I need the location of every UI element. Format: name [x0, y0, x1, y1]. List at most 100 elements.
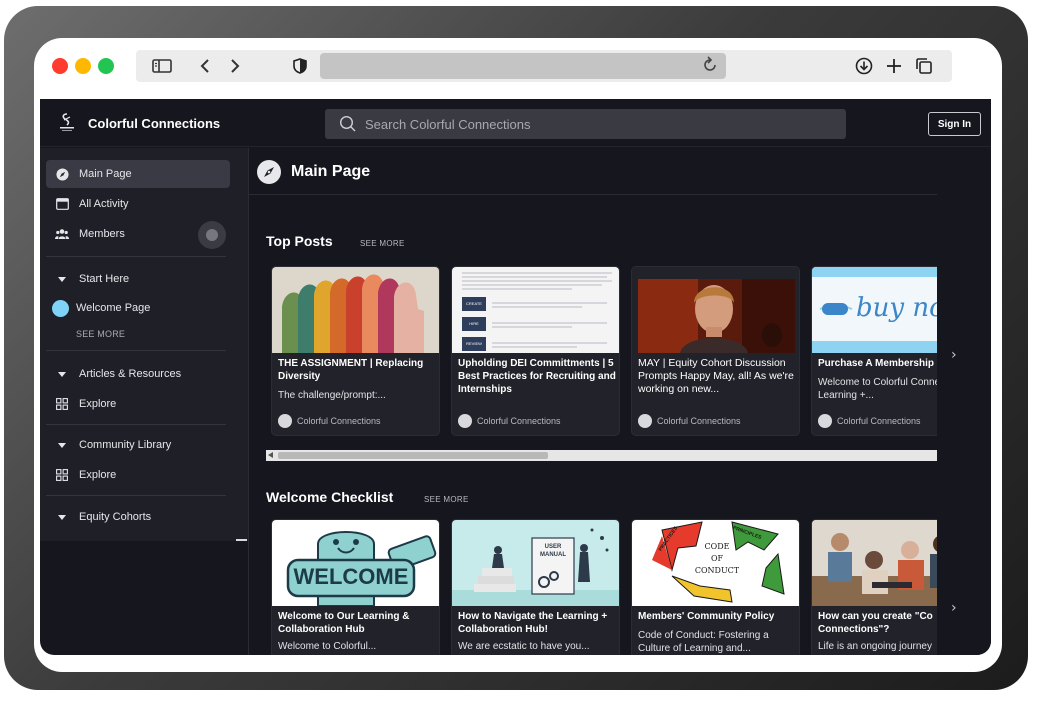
sidebar-item-label: Equity Cohorts — [79, 511, 152, 523]
sidebar-divider — [46, 256, 226, 257]
plus-icon[interactable] — [882, 50, 906, 82]
page-header: Main Page — [249, 148, 991, 195]
caret-down-icon — [55, 367, 69, 381]
sidebar-item-explore-library[interactable]: Explore — [46, 461, 230, 489]
checklist-card[interactable]: USER MANUAL How to Navigate the Learning… — [451, 519, 620, 655]
post-title: Members' Community Policy — [638, 611, 775, 622]
sidebar-item-main-page[interactable]: Main Page — [46, 160, 230, 188]
tabs-icon[interactable] — [912, 50, 936, 82]
compass-icon — [55, 167, 69, 181]
sidebar-item-label: Explore — [79, 469, 117, 481]
sidebar: Main Page All Activity Members Start Her… — [40, 148, 248, 541]
maximize-window-button[interactable] — [98, 58, 114, 74]
sidebar-see-more[interactable]: SEE MORE — [76, 329, 125, 339]
brand-name[interactable]: Colorful Connections — [88, 116, 220, 131]
avatar — [458, 414, 472, 428]
post-title: How to Navigate the Learning + Collabora… — [458, 611, 608, 635]
post-author[interactable]: Colorful Connections — [278, 413, 381, 429]
post-excerpt: Welcome to Colorful... — [278, 641, 377, 652]
close-window-button[interactable] — [52, 58, 68, 74]
top-posts-see-more[interactable]: SEE MORE — [360, 239, 405, 248]
author-name: Colorful Connections — [657, 416, 741, 426]
main-content: Main Page Top Posts SEE MORE THE ASSIGNM… — [249, 148, 991, 655]
sidebar-item-label: Community Library — [79, 439, 172, 451]
reload-icon[interactable] — [702, 56, 718, 78]
activity-icon — [55, 197, 69, 211]
scrollbar-thumb[interactable] — [278, 452, 548, 459]
post-thumbnail: USER MANUAL — [452, 520, 619, 606]
sidebar-item-label: Members — [79, 228, 125, 240]
app-window: Colorful Connections Sign In Main Page A… — [40, 99, 991, 655]
sidebar-item-all-activity[interactable]: All Activity — [46, 190, 230, 218]
url-bar[interactable] — [320, 53, 726, 79]
sidebar-section-articles-resources[interactable]: Articles & Resources — [46, 360, 230, 388]
shield-icon[interactable] — [288, 50, 312, 82]
post-title: Welcome to Our Learning & Collaboration … — [278, 611, 410, 635]
sidebar-collapse-handle[interactable] — [236, 539, 247, 541]
post-card[interactable]: THE ASSIGNMENT | Replacing Diversity The… — [271, 266, 440, 436]
post-author[interactable]: Colorful Connections — [818, 413, 921, 429]
caret-down-icon — [55, 438, 69, 452]
post-thumbnail: CREATE HIRE REVIEW — [452, 267, 619, 353]
carousel-edge-mask — [937, 148, 991, 655]
post-excerpt: The challenge/prompt:... — [278, 390, 386, 401]
code-of-conduct-text: OF — [710, 554, 724, 563]
author-name: Colorful Connections — [297, 416, 381, 426]
minimize-window-button[interactable] — [75, 58, 91, 74]
sidebar-item-label: Welcome Page — [76, 302, 151, 314]
user-manual-text: MANUAL — [540, 552, 566, 558]
sidebar-section-equity-cohorts[interactable]: Equity Cohorts — [46, 503, 230, 531]
top-posts-next-chevron-icon[interactable]: › — [951, 347, 957, 363]
post-author[interactable]: Colorful Connections — [458, 413, 561, 429]
sidebar-item-explore-articles[interactable]: Explore — [46, 390, 230, 418]
back-icon[interactable] — [194, 50, 216, 82]
sidebar-divider — [46, 424, 226, 425]
search-box[interactable] — [325, 109, 846, 139]
post-thumbnail — [632, 267, 799, 353]
sidebar-divider — [46, 350, 226, 351]
post-thumbnail: WELCOME — [272, 520, 439, 606]
sidebar-icon[interactable] — [148, 50, 176, 82]
post-author[interactable]: Colorful Connections — [638, 413, 741, 429]
checklist-card[interactable]: CODE OF CONDUCT PRACTICES PRINCIPLES Mem… — [631, 519, 800, 655]
welcome-checklist-title: Welcome Checklist — [266, 489, 394, 505]
sidebar-section-community-library[interactable]: Community Library — [46, 431, 230, 459]
user-manual-text: USER — [544, 544, 562, 550]
sidebar-item-label: All Activity — [79, 198, 129, 210]
forward-icon[interactable] — [224, 50, 246, 82]
post-excerpt: We are ecstatic to have you... — [458, 641, 590, 652]
sidebar-item-welcome-page[interactable]: Welcome Page — [46, 294, 230, 322]
browser-titlebar — [40, 44, 952, 88]
top-posts-title: Top Posts — [266, 233, 333, 249]
sign-in-button[interactable]: Sign In — [928, 112, 981, 136]
browser-toolbar — [136, 50, 952, 82]
checklist-see-more[interactable]: SEE MORE — [424, 495, 469, 504]
post-title: MAY | Equity Cohort Discussion Prompts H… — [638, 357, 794, 395]
post-thumbnail: CODE OF CONDUCT PRACTICES PRINCIPLES — [632, 520, 799, 606]
post-thumbnail — [272, 267, 439, 353]
post-card[interactable]: MAY | Equity Cohort Discussion Prompts H… — [631, 266, 800, 436]
site-logo-icon[interactable] — [56, 112, 78, 134]
thumb-row-label: REVIEW — [466, 341, 482, 346]
avatar — [638, 414, 652, 428]
thumb-row-label: CREATE — [466, 301, 482, 306]
members-toggle[interactable] — [198, 221, 226, 249]
members-icon — [55, 227, 69, 241]
welcome-page-icon — [52, 299, 69, 317]
top-posts-scrollbar[interactable] — [266, 450, 937, 461]
scroll-left-arrow-icon[interactable] — [268, 452, 273, 458]
sidebar-item-label: Articles & Resources — [79, 368, 182, 380]
code-of-conduct-text: CODE — [704, 542, 730, 551]
download-icon[interactable] — [852, 50, 876, 82]
checklist-card[interactable]: WELCOME Welcome to Our Learning & Collab… — [271, 519, 440, 655]
author-name: Colorful Connections — [837, 416, 921, 426]
post-card[interactable]: CREATE HIRE REVIEW Upholding DEI Committ… — [451, 266, 620, 436]
caret-down-icon — [55, 272, 69, 286]
sidebar-item-label: Start Here — [79, 273, 130, 285]
search-input[interactable] — [365, 109, 835, 139]
code-of-conduct-text: CONDUCT — [694, 566, 740, 575]
sidebar-section-start-here[interactable]: Start Here — [46, 265, 230, 293]
checklist-next-chevron-icon[interactable]: › — [951, 600, 957, 616]
grid-icon — [55, 468, 69, 482]
page-title: Main Page — [291, 163, 371, 180]
